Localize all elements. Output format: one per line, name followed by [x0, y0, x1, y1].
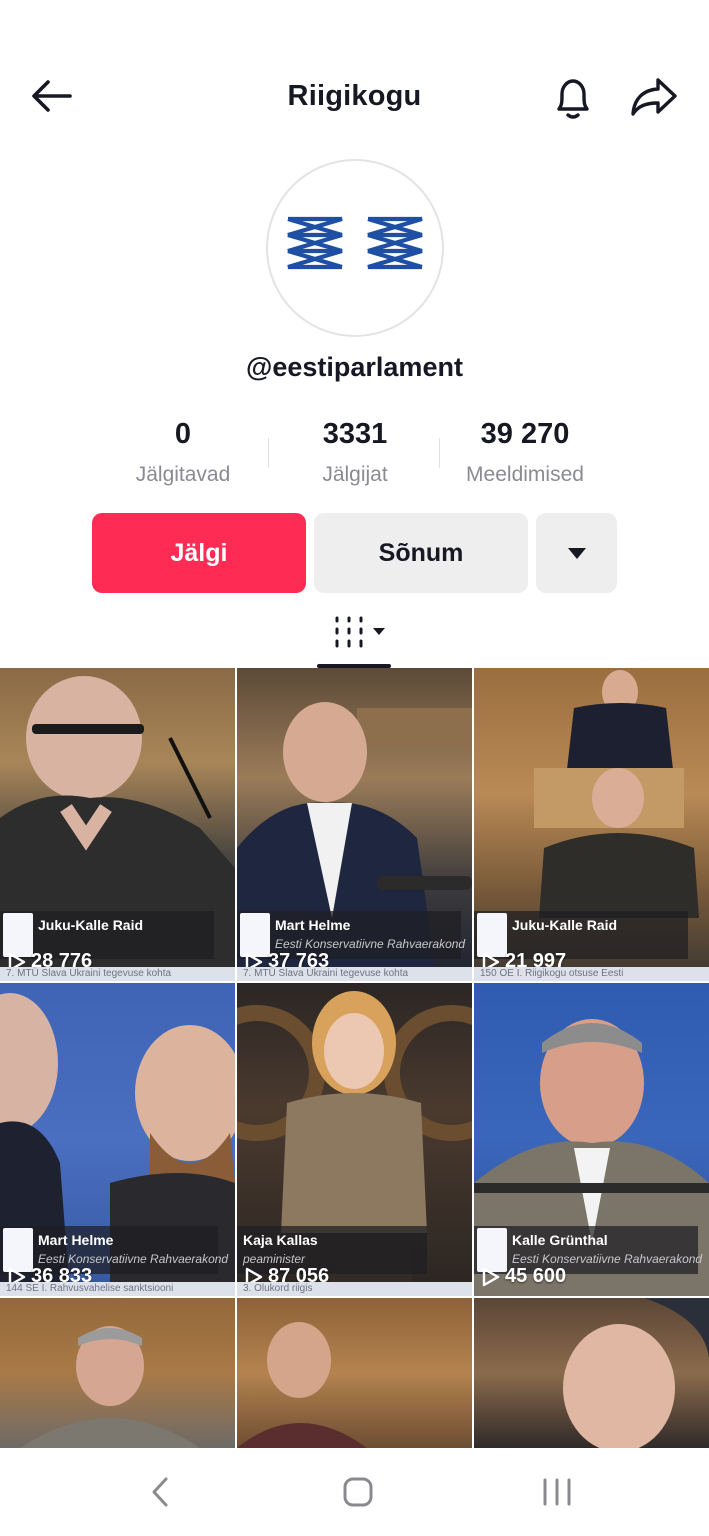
video-tile[interactable]: Kalle Grünthal Eesti Konservatiivne Rahv…	[474, 983, 709, 1296]
riigikogu-logo	[287, 216, 423, 270]
video-tile[interactable]	[0, 1298, 235, 1448]
video-tile[interactable]: Kaja Kallas peaminister 87 056 3. Olukor…	[237, 983, 472, 1296]
share-arrow-icon[interactable]	[628, 74, 680, 120]
message-button[interactable]: Sõnum	[314, 513, 528, 593]
stat-value: 39 270	[480, 418, 570, 450]
nav-back-icon[interactable]	[148, 1476, 172, 1513]
speaker-party: Eesti Konservatiivne Rahvaerakond	[38, 1252, 229, 1266]
system-navigation-bar	[0, 1448, 709, 1536]
video-tile[interactable]	[474, 1298, 709, 1448]
stat-likes[interactable]: 39 270 Meeldimised	[440, 418, 610, 487]
speaker-name: Juku-Kalle Raid	[512, 917, 618, 933]
follow-button[interactable]: Jälgi	[92, 513, 306, 593]
view-count: 45 600	[482, 1265, 566, 1288]
speaker-party: Eesti Konservatiivne Rahvaerakond	[512, 1252, 703, 1266]
more-options-button[interactable]	[536, 513, 617, 593]
video-grid: Juku-Kalle Raid 28 776 7. MTÜ Slava Ukra…	[0, 668, 709, 1448]
stat-label: Jälgitavad	[135, 463, 231, 486]
video-tile[interactable]: Mart Helme Eesti Konservatiivne Rahvaera…	[237, 668, 472, 981]
video-tile[interactable]	[237, 1298, 472, 1448]
video-tile[interactable]: Juku-Kalle Raid 21 997 150 OE I. Riigiko…	[474, 668, 709, 981]
agenda-ticker: 7. MTÜ Slava Ukraini tegevuse kohta	[237, 967, 472, 981]
nav-recents-icon[interactable]	[540, 1476, 574, 1513]
speaker-party: peaminister	[243, 1252, 306, 1266]
stat-value: 0	[174, 418, 192, 450]
video-thumbnail	[563, 1298, 709, 1448]
stat-label: Meeldimised	[466, 463, 584, 486]
agenda-ticker: 150 OE I. Riigikogu otsuse Eesti	[474, 967, 709, 981]
speaker-name: Juku-Kalle Raid	[38, 917, 144, 933]
stat-divider	[268, 438, 269, 468]
profile-handle: @eestiparlament	[246, 352, 463, 382]
page-title: Riigikogu	[287, 80, 422, 112]
view-count-value: 45 600	[505, 1265, 567, 1287]
content-tabs	[0, 604, 709, 668]
stat-label: Jälgijat	[322, 463, 388, 486]
speaker-name: Kaja Kallas	[243, 1232, 318, 1248]
profile-stats: 0 Jälgitavad 3331 Jälgijat 39 270 Meeldi…	[100, 418, 610, 498]
play-icon	[482, 1267, 500, 1286]
agenda-ticker: 144 SE I. Rahvusvahelise sanktsiooni	[0, 1282, 235, 1296]
agenda-ticker: 3. Olukord riigis	[237, 1282, 472, 1296]
video-tile[interactable]: Juku-Kalle Raid 28 776 7. MTÜ Slava Ukra…	[0, 668, 235, 981]
nav-home-icon[interactable]	[342, 1476, 374, 1513]
video-thumbnail	[20, 1326, 200, 1448]
speaker-party: Eesti Konservatiivne Rahvaerakond	[275, 937, 466, 951]
top-bar: Riigikogu	[0, 60, 709, 134]
videos-grid-icon[interactable]	[330, 614, 392, 652]
speaker-name: Mart Helme	[38, 1232, 114, 1248]
speaker-name: Kalle Grünthal	[512, 1232, 608, 1248]
agenda-ticker: 7. MTÜ Slava Ukraini tegevuse kohta	[0, 967, 235, 981]
stat-followers[interactable]: 3331 Jälgijat	[270, 418, 440, 487]
stat-following[interactable]: 0 Jälgitavad	[98, 418, 268, 487]
stat-value: 3331	[322, 418, 388, 450]
caret-down-icon	[567, 548, 586, 559]
speaker-name: Mart Helme	[275, 917, 351, 933]
avatar[interactable]	[266, 159, 444, 337]
video-tile[interactable]: Mart Helme Eesti Konservatiivne Rahvaera…	[0, 983, 235, 1296]
bell-icon[interactable]	[550, 74, 596, 122]
video-thumbnail	[237, 1322, 367, 1448]
